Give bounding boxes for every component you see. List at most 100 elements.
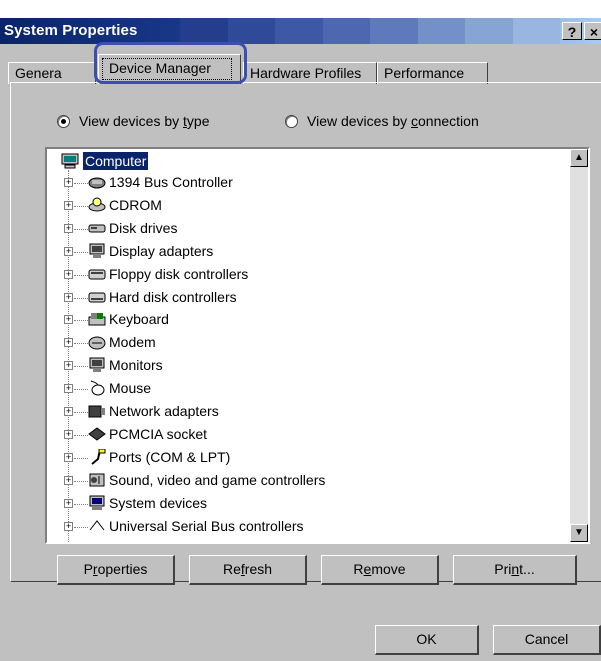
expand-toggle[interactable]: + — [64, 407, 73, 416]
tab-highlight-ring — [94, 42, 247, 84]
view-by-connection-label: View devices by connection — [307, 113, 479, 129]
tree-node[interactable]: + PCMCIA socket — [61, 425, 541, 447]
tree-node-label: Disk drives — [109, 219, 178, 236]
tab-hardware-profiles-label: Hardware Profiles — [250, 65, 362, 81]
expand-toggle[interactable]: + — [64, 521, 73, 531]
expand-toggle[interactable]: + — [64, 246, 73, 256]
expand-toggle[interactable]: + — [64, 178, 73, 187]
tree-node-label: Network adapters — [109, 403, 219, 419]
window-title: System Properties — [4, 22, 138, 39]
tree-connector — [74, 274, 88, 276]
tree-node[interactable]: + Keyboard — [61, 310, 541, 332]
modem-icon — [88, 336, 106, 350]
tree-node[interactable]: + Display adapters — [61, 242, 541, 264]
tree-connector — [74, 503, 88, 505]
tree-connector — [74, 412, 88, 413]
expand-toggle[interactable]: + — [64, 429, 73, 439]
tree-node-label: System devices — [109, 494, 208, 511]
tree-node[interactable]: + Modem — [61, 333, 541, 355]
expand-toggle[interactable]: + — [64, 223, 73, 233]
view-by-type-label: View devices by type — [79, 113, 210, 129]
tree-node[interactable]: + Universal Serial Bus controllers — [61, 517, 541, 539]
cancel-button[interactable]: Cancel — [493, 625, 601, 655]
title-bar[interactable]: System Properties ? × — [0, 18, 601, 44]
tree-node-label: Ports (COM & LPT) — [109, 448, 231, 465]
tree-connector — [74, 183, 88, 184]
refresh-button[interactable]: Refresh — [189, 555, 307, 585]
scroll-down-icon: ▼ — [574, 527, 584, 538]
title-bar-gradient — [180, 18, 560, 44]
pcmcia-icon — [88, 427, 106, 441]
system-device-icon — [89, 495, 105, 510]
expand-toggle[interactable]: + — [64, 498, 73, 508]
hard-disk-controller-icon — [88, 292, 106, 302]
radio-selected-dot — [61, 119, 66, 124]
remove-button[interactable]: Remove — [321, 555, 439, 585]
expand-toggle[interactable]: + — [64, 292, 73, 302]
tab-performance[interactable]: Performance — [377, 62, 488, 84]
tree-node-label: Mouse — [109, 380, 152, 397]
tree-node[interactable]: + Monitors — [61, 356, 541, 378]
tab-performance-label: Performance — [384, 65, 465, 81]
tree-connector — [74, 526, 88, 528]
tree-node-label: Keyboard — [109, 311, 169, 328]
keyboard-icon — [88, 313, 106, 326]
tree-node[interactable]: + Floppy disk controllers — [61, 265, 541, 287]
disk-drive-icon — [88, 224, 106, 233]
expand-toggle[interactable]: + — [64, 338, 73, 348]
tree-root-label: Computer — [83, 152, 149, 170]
tree-node[interactable]: + Network adapters — [61, 402, 541, 424]
help-button[interactable]: ? — [562, 22, 582, 40]
tree-connector — [74, 320, 88, 322]
view-by-connection-radio[interactable] — [285, 115, 298, 128]
tree-node[interactable]: + System devices — [61, 494, 541, 516]
floppy-controller-icon — [88, 269, 106, 280]
tree-node[interactable]: + Sound, video and game controllers — [61, 471, 541, 493]
tree-connector — [74, 389, 88, 391]
scroll-up-icon: ▲ — [574, 152, 584, 163]
tab-general[interactable]: Genera — [8, 62, 96, 84]
tree-node[interactable]: + Mouse — [61, 379, 541, 401]
tree-node[interactable]: + Hard disk controllers — [61, 288, 541, 310]
ok-button[interactable]: OK — [375, 625, 479, 655]
expand-toggle[interactable]: + — [64, 315, 73, 325]
tree-connector — [74, 297, 88, 299]
tree-connector — [74, 457, 88, 459]
tree-connector — [74, 228, 88, 230]
help-icon: ? — [567, 24, 577, 40]
view-by-type-radio[interactable] — [57, 115, 70, 128]
expand-toggle[interactable]: + — [64, 361, 73, 371]
properties-button[interactable]: Properties — [57, 555, 175, 585]
tree-node[interactable]: + CDROM — [61, 196, 541, 218]
tree-node[interactable]: +1394 Bus Controller — [61, 173, 541, 195]
scroll-down-button[interactable]: ▼ — [570, 524, 588, 542]
mouse-icon — [90, 380, 105, 396]
print-button[interactable]: Print... — [453, 555, 577, 585]
tree-node-label: Display adapters — [109, 242, 214, 259]
monitor-icon — [89, 357, 105, 373]
tree-node-label: Hard disk controllers — [109, 288, 237, 305]
tab-hardware-profiles[interactable]: Hardware Profiles — [243, 62, 377, 84]
tab-general-label: Genera — [15, 65, 62, 81]
tree-connector — [74, 343, 88, 345]
close-button[interactable]: × — [584, 22, 601, 40]
usb-icon — [89, 519, 105, 530]
port-icon — [91, 448, 106, 465]
cdrom-icon — [88, 197, 106, 212]
tree-node-label: Floppy disk controllers — [109, 265, 249, 282]
tree-node-label: Sound, video and game controllers — [109, 471, 326, 488]
tree-node[interactable]: + Disk drives — [61, 219, 541, 241]
system-properties-window: System Properties ? × Genera Device Mana… — [0, 18, 601, 661]
display-adapter-icon — [89, 243, 105, 258]
expand-toggle[interactable]: + — [64, 475, 73, 485]
expand-toggle[interactable]: + — [64, 269, 73, 279]
scroll-up-button[interactable]: ▲ — [570, 149, 588, 167]
expand-toggle[interactable]: + — [64, 452, 73, 462]
device-tree[interactable]: Computer +1394 Bus Controller + CDROM + Disk… — [45, 147, 590, 544]
computer-icon — [61, 153, 79, 169]
expand-toggle[interactable]: + — [64, 200, 73, 210]
network-adapter-icon — [88, 405, 105, 418]
expand-toggle[interactable]: + — [64, 384, 73, 394]
tree-node[interactable]: + Ports (COM & LPT) — [61, 448, 541, 470]
tree-scrollbar[interactable]: ▲ ▼ — [570, 149, 588, 542]
